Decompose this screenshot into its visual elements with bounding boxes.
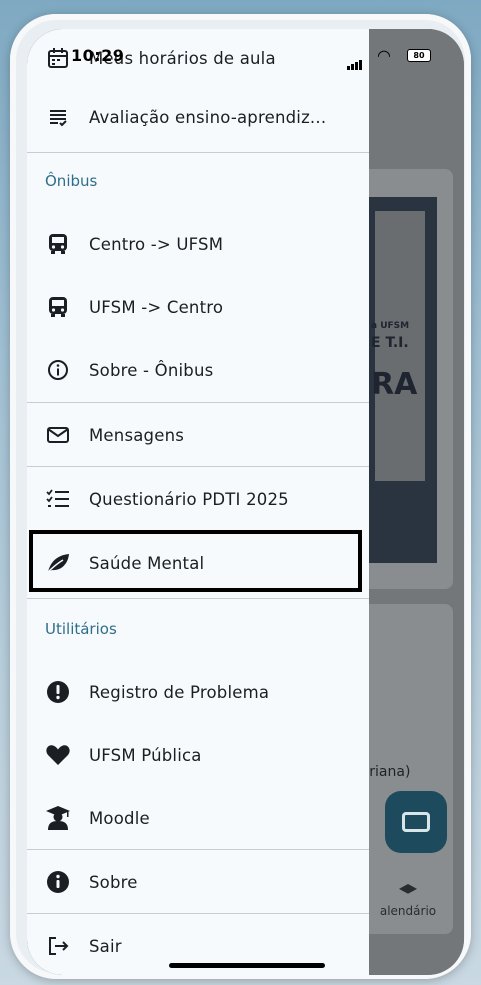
menu-item-ufsm-centro[interactable]: UFSM -> Centro — [27, 278, 369, 336]
graduation-cap-icon — [399, 884, 417, 894]
tab-calendario[interactable]: alendário — [363, 884, 453, 918]
divider — [27, 598, 369, 599]
poster-text-2: E T.I. — [371, 335, 409, 351]
menu-item-label: Centro -> UFSM — [89, 234, 224, 254]
menu-item-label: Questionário PDTI 2025 — [89, 489, 289, 509]
heart-icon — [45, 742, 71, 768]
menu-item-sobre-onibus[interactable]: Sobre - Ônibus — [27, 341, 369, 399]
section-title-onibus: Ônibus — [45, 172, 98, 190]
divider — [27, 402, 369, 403]
divider — [27, 466, 369, 467]
tab-calendario-label: alendário — [379, 904, 437, 918]
menu-item-moodle[interactable]: Moodle — [27, 789, 369, 847]
menu-item-label: Sobre - Ônibus — [89, 360, 214, 380]
mail-icon — [45, 422, 71, 448]
menu-item-label: Sobre — [89, 872, 138, 892]
navigation-drawer: Meus horários de aula Avaliação ensino-a… — [27, 29, 369, 975]
divider — [27, 849, 369, 850]
bus-icon — [45, 231, 71, 257]
checklist-icon — [45, 104, 71, 130]
menu-item-registro-problema[interactable]: Registro de Problema — [27, 663, 369, 721]
signal-icon — [347, 51, 363, 70]
divider — [27, 913, 369, 914]
id-card-fab[interactable] — [385, 791, 447, 853]
battery-level: 80 — [413, 51, 425, 60]
poster-text-1: a UFSM — [371, 321, 410, 331]
id-card-icon — [402, 812, 430, 832]
menu-item-label: Mensagens — [89, 425, 185, 445]
menu-item-questionario[interactable]: Questionário PDTI 2025 — [27, 470, 369, 528]
poster-text-3: RA — [371, 367, 418, 402]
menu-item-label: UFSM Pública — [89, 745, 202, 765]
selection-highlight — [29, 530, 362, 592]
home-indicator[interactable] — [169, 963, 325, 968]
logout-icon — [45, 933, 71, 959]
event-poster: a UFSM E T.I. RA — [359, 197, 437, 563]
menu-item-mensagens[interactable]: Mensagens — [27, 406, 369, 464]
info-outline-icon — [45, 357, 71, 383]
info-filled-icon — [45, 869, 71, 895]
device-screen: a UFSM E T.I. RA cariana) alendário 10:2… — [27, 29, 464, 975]
menu-item-ufsm-publica[interactable]: UFSM Pública — [27, 726, 369, 784]
menu-item-label: Sair — [89, 936, 122, 956]
menu-item-avaliacao[interactable]: Avaliação ensino-aprendiz... — [27, 88, 369, 146]
menu-item-sobre[interactable]: Sobre — [27, 853, 369, 911]
menu-item-centro-ufsm[interactable]: Centro -> UFSM — [27, 215, 369, 273]
wifi-icon: ◠ — [377, 46, 391, 65]
status-time: 10:29 — [71, 46, 125, 65]
menu-item-label: Moodle — [89, 808, 150, 828]
menu-item-label: UFSM -> Centro — [89, 297, 224, 317]
alert-circle-icon — [45, 679, 71, 705]
list-check-icon — [45, 486, 71, 512]
bus-icon — [45, 294, 71, 320]
menu-item-label: Registro de Problema — [89, 682, 270, 702]
status-bar: 10:29 ◠ 80 — [27, 29, 464, 87]
menu-item-label: Avaliação ensino-aprendiz... — [89, 107, 327, 127]
graduate-icon — [45, 805, 71, 831]
section-title-utilitarios: Utilitários — [45, 620, 117, 638]
battery-icon: 80 — [407, 49, 431, 62]
divider — [27, 152, 369, 153]
